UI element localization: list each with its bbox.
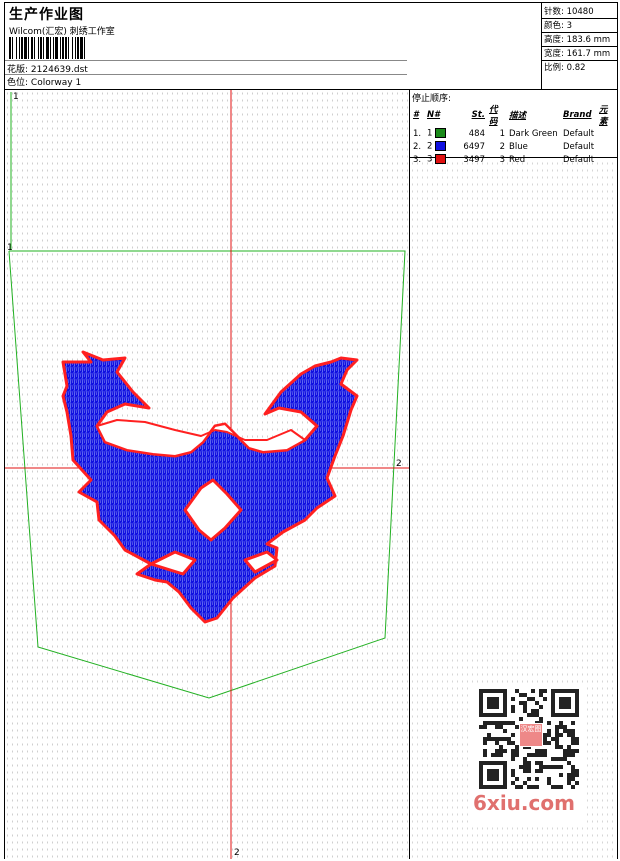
row-n: 1 xyxy=(425,127,459,140)
stat-height: 高度: 183.6 mm xyxy=(544,35,611,45)
stat-stitches: 针数: 10480 xyxy=(544,7,594,17)
row-index: 2. xyxy=(413,141,422,152)
color-swatch xyxy=(435,154,447,165)
design-canvas[interactable]: 1 1 2 2 xyxy=(5,90,410,859)
row-element xyxy=(597,153,617,166)
row-brand: Default xyxy=(563,128,595,139)
axis-label-bottom: 2 xyxy=(234,848,240,858)
axis-label-top-left: 1 xyxy=(13,92,19,102)
col-code: 代码 xyxy=(489,105,498,127)
row-brand: Default xyxy=(563,154,595,165)
col-brand: Brand xyxy=(563,110,592,120)
row-desc: Blue xyxy=(509,141,528,152)
studio-subtitle: Wilcom(汇宏) 刺绣工作室 xyxy=(9,27,115,37)
stop-sequence-panel: 停止顺序: # N# St. 代码 描述 Brand 元素 1. 1 484 1 Da… xyxy=(410,90,617,859)
row-brand: Default xyxy=(563,141,595,152)
row-code: 3 xyxy=(499,154,505,165)
axis-label-left-mid: 1 xyxy=(7,243,13,253)
header-area: 生产作业图 Wilcom(汇宏) 刺绣工作室 花版: 2124639.dst 色… xyxy=(5,3,618,90)
row-element xyxy=(597,127,617,140)
table-header-row: # N# St. 代码 描述 Brand 元素 xyxy=(411,103,617,127)
row-stitches: 3497 xyxy=(463,154,485,165)
table-row[interactable]: 2. 2 6497 2 Blue Default xyxy=(411,140,617,153)
embroidery-preview xyxy=(5,90,409,859)
row-n: 2 xyxy=(425,140,459,153)
stats-panel: 针数: 10480 颜色: 3 高度: 183.6 mm 宽度: 161.7 m… xyxy=(541,3,618,89)
col-n: N# xyxy=(427,110,441,120)
emblem-design xyxy=(61,350,359,624)
row-stitches: 484 xyxy=(468,128,485,139)
table-row[interactable]: 1. 1 484 1 Dark Green Default xyxy=(411,127,617,140)
production-sheet: 生产作业图 Wilcom(汇宏) 刺绣工作室 花版: 2124639.dst 色… xyxy=(4,2,618,859)
watermark-logo: 6xiu.com xyxy=(473,791,575,815)
page-title: 生产作业图 xyxy=(9,7,84,23)
colorway-label: 色位: xyxy=(7,78,29,88)
stat-colors: 颜色: 3 xyxy=(544,21,572,31)
row-code: 2 xyxy=(499,141,505,152)
row-stitches: 6497 xyxy=(463,141,485,152)
stop-sequence-box: 停止顺序: # N# St. 代码 描述 Brand 元素 1. 1 484 1 Da… xyxy=(410,90,617,165)
stat-scale: 比例: 0.82 xyxy=(544,63,586,73)
qr-watermark: 汉宏图 6xiu.com xyxy=(471,683,587,823)
colorway-info: 色位: Colorway 1 xyxy=(7,75,81,88)
row-index: 1. xyxy=(413,128,422,139)
row-element xyxy=(597,140,617,153)
color-swatch xyxy=(435,128,447,139)
table-row[interactable]: 3. 3 3497 3 Red Default xyxy=(411,153,617,166)
col-stitches: St. xyxy=(471,110,485,120)
color-swatch xyxy=(435,141,447,152)
row-desc: Red xyxy=(509,154,526,165)
col-index: # xyxy=(413,110,419,120)
col-element: 元素 xyxy=(599,105,608,127)
colorway-value: Colorway 1 xyxy=(30,78,82,88)
row-n: 3 xyxy=(425,153,459,166)
color-table: # N# St. 代码 描述 Brand 元素 1. 1 484 1 Dark Gre… xyxy=(411,103,617,166)
divider xyxy=(5,60,407,61)
barcode-icon xyxy=(9,37,85,59)
col-desc: 描述 xyxy=(509,111,527,121)
stat-width: 宽度: 161.7 mm xyxy=(544,49,611,59)
row-desc: Dark Green xyxy=(509,128,558,139)
axis-label-right-mid: 2 xyxy=(396,459,402,469)
qr-badge: 汉宏图 xyxy=(519,723,543,747)
row-code: 1 xyxy=(499,128,505,139)
row-index: 3. xyxy=(413,154,422,165)
